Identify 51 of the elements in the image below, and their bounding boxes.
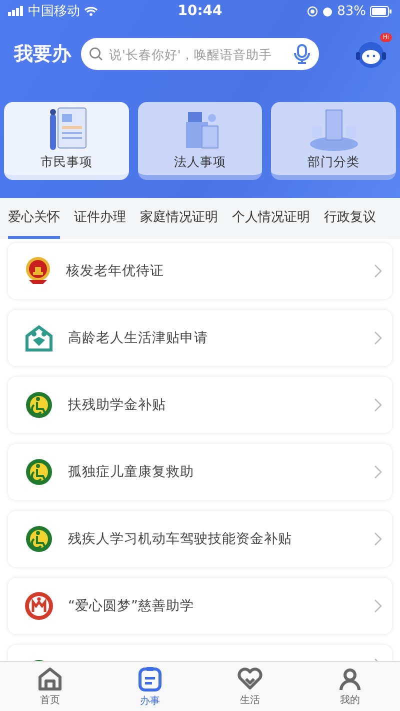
signal-icon [8,6,24,16]
emblem-icon [24,256,52,286]
search-icon [89,47,103,61]
service-title: 高龄老人生活津贴申请 [68,329,209,347]
carrier-name: 中国移动 [28,3,80,20]
service-title: 孤独症儿童康复救助 [68,463,195,481]
nav-tab[interactable]: 办事 [100,662,200,711]
category-tab[interactable]: 证件办理 [74,198,126,239]
disability-emblem-icon [24,524,54,554]
wifi-icon [84,6,98,16]
service-item[interactable]: “爱心圆梦”慈善助学 [8,578,392,634]
charity-emblem-icon [24,591,54,621]
search-bar[interactable]: 说'长春你好'，唤醒语音助手 [81,38,319,70]
disability-emblem-icon [24,457,54,487]
search-field[interactable]: 说'长春你好'，唤醒语音助手 [107,46,289,62]
nav-tab[interactable]: 首页 [0,662,100,711]
category-tab[interactable]: 家庭情况证明 [140,198,218,239]
chevron-icon [374,331,382,345]
category-card[interactable]: 法人事项 [138,102,262,180]
category-card[interactable]: 部门分类 [271,102,396,180]
clipboard-icon [138,666,162,692]
chevron-icon [374,532,382,546]
microphone-icon[interactable] [293,44,311,64]
category-tab[interactable]: 个人情况证明 [232,198,310,239]
elderly-care-icon [24,324,54,352]
chevron-icon [374,465,382,479]
service-item[interactable]: 扶残助学金补贴 [8,377,392,433]
service-title: “爱心圆梦”慈善助学 [68,597,195,615]
disability-emblem-icon [24,390,54,420]
service-item[interactable]: 高龄老人生活津贴申请 [8,310,392,366]
service-title: 扶残助学金补贴 [68,396,167,414]
heart-icon [237,666,263,690]
category-tab[interactable]: 行政复议 [324,198,376,239]
nav-tab[interactable]: 生活 [200,662,300,711]
chevron-icon [374,264,382,278]
service-title: 核发老年优待证 [66,262,165,280]
person-icon [338,666,362,690]
service-title: 残疾人学习机动车驾驶技能资金补贴 [68,530,293,548]
battery-icon [370,6,392,16]
clock-time: 10:44 [178,3,222,19]
lock-rotation-icon [307,6,318,16]
service-item[interactable]: 孤独症儿童康复救助 [8,444,392,500]
service-item[interactable]: 残疾人学习机动车驾驶技能资金补贴 [8,511,392,567]
nav-tab[interactable]: 我的 [300,662,400,711]
category-card[interactable]: 市民事项 [4,102,129,180]
home-icon [37,666,63,690]
page-title: 我要办 [14,42,71,67]
chevron-icon [374,599,382,613]
chevron-icon [374,398,382,412]
battery-percent: 83% [337,4,366,18]
service-item[interactable]: 核发老年优待证 [8,243,392,299]
